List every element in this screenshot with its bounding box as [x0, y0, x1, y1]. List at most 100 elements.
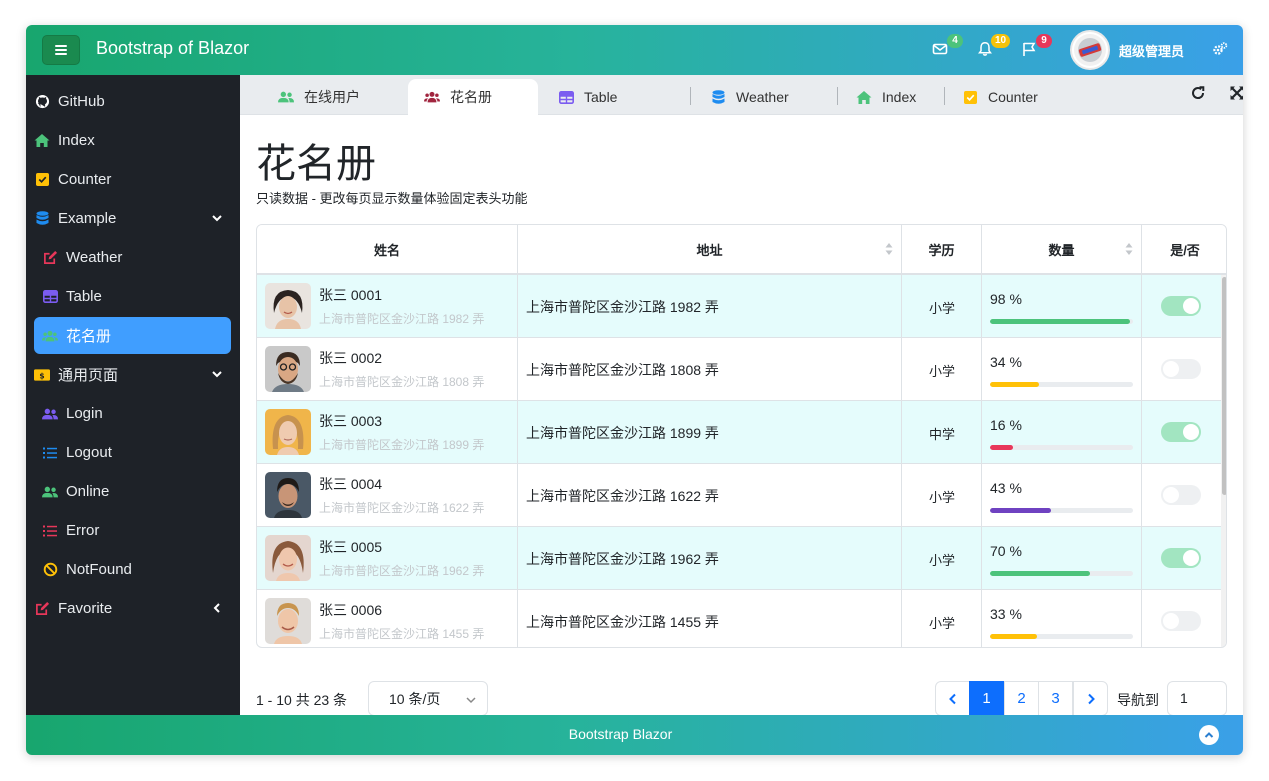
table-row[interactable]: 张三 0004 上海市普陀区金沙江路 1622 弄 上海市普陀区金沙江路 162… [257, 464, 1221, 527]
table-row[interactable]: 张三 0002 上海市普陀区金沙江路 1808 弄 上海市普陀区金沙江路 180… [257, 338, 1221, 401]
user-avatar[interactable] [1070, 30, 1110, 70]
tab-index[interactable]: Index [856, 79, 916, 115]
person-avatar [265, 535, 311, 581]
toggle-switch[interactable] [1161, 485, 1201, 505]
tab-online-users[interactable]: 在线用户 [278, 79, 360, 115]
switch-cell [1142, 275, 1221, 337]
brand-title: Bootstrap of Blazor [96, 38, 250, 58]
database-icon [34, 211, 50, 227]
refresh-icon[interactable] [1190, 85, 1206, 101]
sidebar-item-weather[interactable]: Weather [34, 239, 231, 276]
column-header-education[interactable]: 学历 [902, 225, 982, 273]
switch-cell [1142, 527, 1221, 589]
chevron-left-icon [213, 603, 220, 613]
tab-label: 在线用户 [304, 89, 360, 105]
face-4-icon [265, 472, 311, 518]
mail-icon[interactable] [932, 41, 948, 57]
page-button-3[interactable]: 3 [1038, 681, 1073, 716]
table-row[interactable]: 张三 0001 上海市普陀区金沙江路 1982 弄 上海市普陀区金沙江路 198… [257, 275, 1221, 338]
scroll-top-button[interactable] [1199, 725, 1219, 745]
sidebar-item-github[interactable]: GitHub [34, 83, 231, 120]
toggle-switch[interactable] [1161, 548, 1201, 568]
toggle-switch[interactable] [1161, 422, 1201, 442]
sidebar-item-login[interactable]: Login [34, 395, 231, 432]
prev-page-button[interactable] [935, 681, 970, 716]
progress-bar-fill [990, 445, 1013, 450]
page-size-value: 10 条/页 [389, 690, 441, 707]
tab-counter[interactable]: Counter [962, 79, 1038, 115]
sidebar-item-counter[interactable]: Counter [34, 161, 231, 198]
chevron-left-icon [948, 693, 956, 704]
person-name: 张三 0002 [319, 350, 383, 366]
table-icon [558, 89, 574, 105]
column-header-label: 地址 [696, 242, 723, 258]
goto-page-input[interactable]: 1 [1167, 681, 1227, 716]
header: Bootstrap of Blazor 4 10 9 超级管理员 [26, 25, 1243, 75]
scrollbar-thumb[interactable] [1222, 277, 1226, 495]
tab-roster[interactable]: 花名册 [408, 79, 538, 115]
person-avatar [265, 283, 311, 329]
toggle-switch[interactable] [1161, 296, 1201, 316]
person-name: 张三 0004 [319, 476, 383, 492]
column-header-yes-no[interactable]: 是/否 [1142, 225, 1226, 273]
face-3-icon [265, 409, 311, 455]
menu-toggle-button[interactable] [42, 35, 80, 65]
settings-gears-icon[interactable] [1212, 41, 1228, 57]
table-row[interactable]: 张三 0005 上海市普陀区金沙江路 1962 弄 上海市普陀区金沙江路 196… [257, 527, 1221, 590]
next-page-button[interactable] [1073, 681, 1108, 716]
mail-badge: 4 [947, 34, 963, 48]
toggle-switch[interactable] [1161, 611, 1201, 631]
progress-bar-fill [990, 634, 1038, 639]
quantity-cell: 70 % [982, 527, 1142, 589]
sidebar-item-label: Online [66, 483, 110, 500]
column-header-address[interactable]: 地址 [518, 225, 902, 273]
sidebar-item-index[interactable]: Index [34, 122, 231, 159]
sidebar-item-favorite[interactable]: Favorite [34, 590, 231, 627]
table-row[interactable]: 张三 0006 上海市普陀区金沙江路 1455 弄 上海市普陀区金沙江路 145… [257, 590, 1221, 647]
column-header-quantity[interactable]: 数量 [982, 225, 1142, 273]
sidebar-item-table[interactable]: Table [34, 278, 231, 315]
chevron-down-icon [466, 697, 476, 704]
quantity-cell: 34 % [982, 338, 1142, 400]
sidebar-item-logout[interactable]: Logout [34, 434, 231, 471]
table-scrollbar[interactable] [1221, 275, 1226, 647]
sort-icon[interactable] [885, 242, 893, 256]
flag-icon[interactable] [1021, 41, 1037, 57]
person-name: 张三 0003 [319, 413, 383, 429]
sidebar-item-example[interactable]: Example [34, 200, 231, 237]
user-name[interactable]: 超级管理员 [1119, 41, 1184, 60]
address-cell: 上海市普陀区金沙江路 1455 弄 [518, 590, 902, 647]
name-cell: 张三 0003 上海市普陀区金沙江路 1899 弄 [257, 401, 518, 463]
face-5-icon [265, 535, 311, 581]
sidebar-item-label: GitHub [58, 93, 105, 110]
person-avatar [265, 598, 311, 644]
sidebar-item-error[interactable]: Error [34, 512, 231, 549]
tab-table[interactable]: Table [558, 79, 617, 115]
toggle-switch[interactable] [1161, 359, 1201, 379]
sidebar-item-roster[interactable]: 花名册 [34, 317, 231, 354]
page-button-2[interactable]: 2 [1004, 681, 1039, 716]
education-text: 小学 [928, 301, 955, 316]
column-header-label: 是/否 [1170, 242, 1200, 258]
address-text: 上海市普陀区金沙江路 1982 弄 [526, 299, 719, 315]
tab-weather[interactable]: Weather [710, 79, 789, 115]
person-sub-address: 上海市普陀区金沙江路 1808 弄 [319, 375, 485, 389]
sidebar-item-notfound[interactable]: NotFound [34, 551, 231, 588]
table-header: 姓名 地址 学历 数量 是/否 [257, 225, 1226, 275]
sort-icon[interactable] [1125, 242, 1133, 256]
switch-cell [1142, 338, 1221, 400]
switch-knob [1163, 361, 1179, 377]
page-size-select[interactable]: 10 条/页 [368, 681, 488, 716]
person-name: 张三 0006 [319, 602, 383, 618]
column-header-name[interactable]: 姓名 [257, 225, 518, 273]
sidebar-item-common-pages[interactable]: $ 通用页面 [34, 356, 231, 393]
table-row[interactable]: 张三 0003 上海市普陀区金沙江路 1899 弄 上海市普陀区金沙江路 189… [257, 401, 1221, 464]
chevron-down-icon [212, 215, 222, 222]
tab-label: Weather [736, 89, 789, 105]
education-cell: 小学 [902, 464, 982, 526]
page-button-1[interactable]: 1 [969, 681, 1004, 716]
fullscreen-icon[interactable] [1229, 85, 1243, 101]
switch-knob [1163, 487, 1179, 503]
list-icon [42, 523, 58, 539]
sidebar-item-online[interactable]: Online [34, 473, 231, 510]
